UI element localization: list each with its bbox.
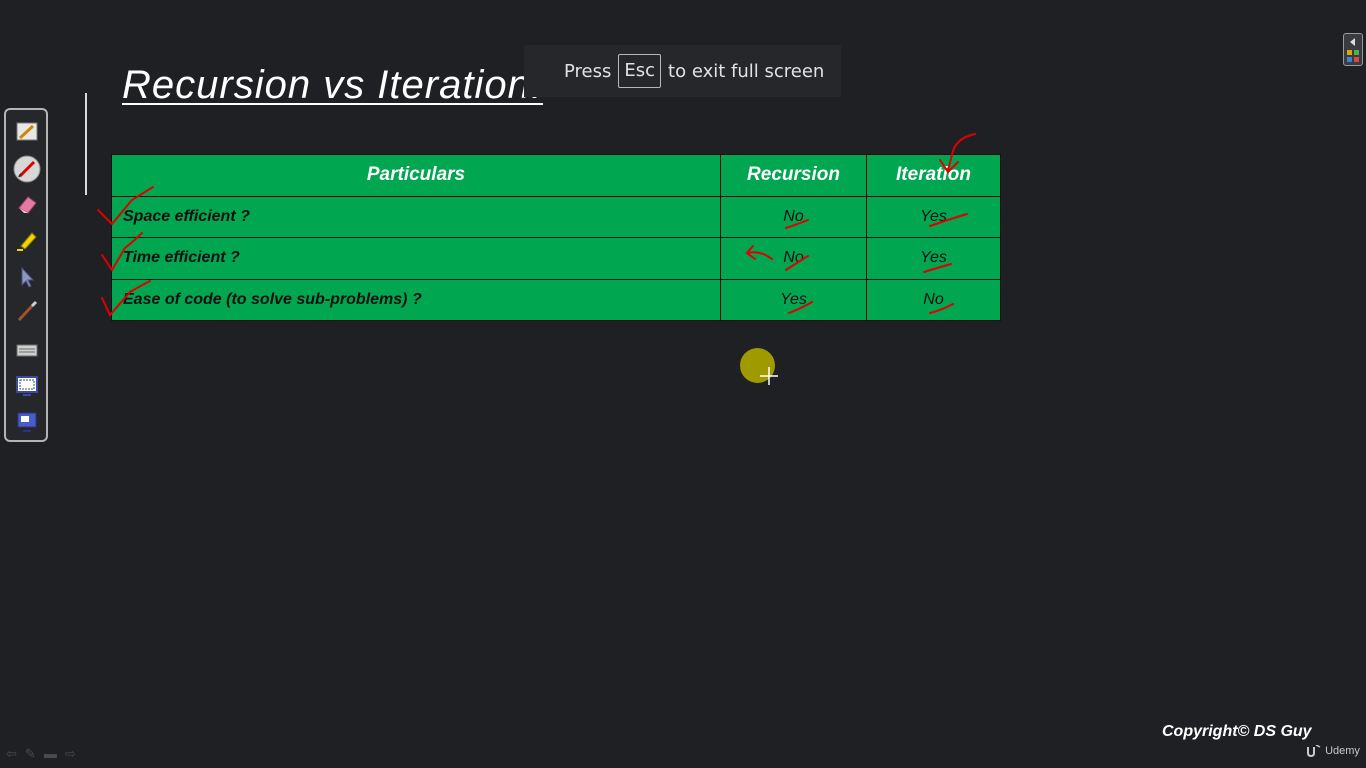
row-particular: Time efficient ? xyxy=(111,237,721,280)
pencil-icon[interactable]: ✎ xyxy=(25,746,36,762)
collapse-arrow-icon xyxy=(1347,38,1359,62)
udemy-label: Udemy xyxy=(1325,745,1360,757)
previous-arrow-icon[interactable]: ⇦ xyxy=(6,746,17,762)
copyright-text: Copyright© DS Guy xyxy=(1162,723,1312,740)
highlighter-icon[interactable] xyxy=(15,228,39,252)
row-recursion-value: No xyxy=(720,237,867,280)
annotation-toolbar xyxy=(4,108,48,442)
row-recursion-value: No xyxy=(720,195,867,238)
banner-text-after: to exit full screen xyxy=(668,60,825,82)
row-iteration-value: No xyxy=(866,278,1001,321)
pen-annotations xyxy=(97,133,976,317)
divider-line xyxy=(85,93,87,195)
keyboard-icon[interactable] xyxy=(15,338,39,362)
brush-icon[interactable] xyxy=(15,300,39,324)
slide-navigation: ⇦ ✎ ▬ ⇨ xyxy=(6,746,76,762)
esc-key-badge: Esc xyxy=(618,54,662,88)
header-recursion: Recursion xyxy=(720,154,867,197)
row-recursion-value: Yes xyxy=(720,278,867,321)
header-iteration: Iteration xyxy=(866,154,1001,197)
next-arrow-icon[interactable]: ⇨ xyxy=(65,746,76,762)
banner-text-before: Press xyxy=(564,60,612,82)
header-particulars: Particulars xyxy=(111,154,721,197)
screen-capture-icon[interactable] xyxy=(15,374,39,398)
table-row: Time efficient ? No Yes xyxy=(111,237,1001,280)
mini-toolbar-toggle[interactable] xyxy=(1343,33,1363,66)
comparison-table: Particulars Recursion Iteration Space ef… xyxy=(111,154,1001,321)
pen-select-icon[interactable] xyxy=(15,120,39,144)
table-row: Ease of code (to solve sub-problems) ? Y… xyxy=(111,278,1001,321)
row-iteration-value: Yes xyxy=(866,195,1001,238)
udemy-watermark: Udemy xyxy=(1306,744,1360,758)
crosshair-cursor-icon xyxy=(760,367,778,385)
table-row: Space efficient ? No Yes xyxy=(111,195,1001,238)
row-particular: Ease of code (to solve sub-problems) ? xyxy=(111,278,721,321)
table-header-row: Particulars Recursion Iteration xyxy=(111,154,1001,197)
pointer-icon[interactable] xyxy=(15,265,39,289)
display-icon[interactable] xyxy=(15,410,39,434)
fullscreen-exit-banner: Press Esc to exit full screen xyxy=(524,45,841,97)
red-pen-icon[interactable] xyxy=(13,155,41,183)
slides-icon[interactable]: ▬ xyxy=(44,746,57,762)
row-particular: Space efficient ? xyxy=(111,195,721,238)
udemy-logo-icon xyxy=(1307,744,1321,758)
row-iteration-value: Yes xyxy=(866,237,1001,280)
eraser-icon[interactable] xyxy=(15,192,39,216)
slide-title: Recursion vs Iteration: xyxy=(122,63,543,107)
